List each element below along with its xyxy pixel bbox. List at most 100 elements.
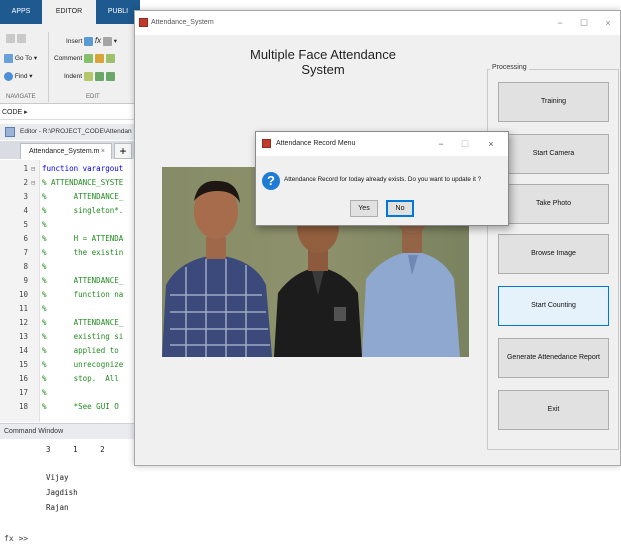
question-icon: ?: [262, 172, 280, 190]
no-button[interactable]: No: [386, 200, 414, 217]
code-text: % stop. All: [42, 374, 124, 383]
line-number: 13: [18, 332, 28, 341]
start-counting-button[interactable]: Start Counting: [498, 286, 609, 326]
line-number: 9: [23, 276, 28, 285]
insert-label: Insert: [66, 38, 83, 45]
goto-button[interactable]: Go To ▾: [4, 54, 37, 63]
dialog-close-button[interactable]: ×: [480, 132, 502, 156]
insert-icon: [84, 36, 94, 46]
code-text: %: [42, 262, 47, 271]
command-output-line: 3 1 2: [46, 445, 105, 454]
increase-indent-icon: [94, 72, 104, 81]
minimize-button[interactable]: −: [548, 11, 572, 35]
exit-button[interactable]: Exit: [498, 390, 609, 430]
code-text: %: [42, 304, 47, 313]
code-line: 16 % stop. All: [0, 373, 140, 386]
code-line: 10 % function na: [0, 289, 140, 302]
line-number: 10: [18, 290, 28, 299]
wrap-comment-icon: [105, 54, 115, 63]
fx-icon: fx: [94, 36, 102, 45]
code-text: function varargout: [42, 164, 124, 173]
code-line: 13 % existing si: [0, 331, 140, 344]
panel-title: Processing: [490, 64, 529, 71]
line-number: 6: [23, 234, 28, 243]
line-number: 4: [23, 206, 28, 215]
attendance-record-dialog: Attendance Record Menu − ☐ × ? Attendanc…: [255, 131, 509, 226]
tab-editor[interactable]: EDITOR: [42, 0, 96, 24]
line-number: 5: [23, 220, 28, 229]
dialog-minimize-button[interactable]: −: [430, 132, 452, 156]
find-button[interactable]: Find ▾: [4, 72, 33, 81]
comment-button[interactable]: Comment: [54, 54, 115, 63]
code-text: % ATTENDANCE_SYSTE: [42, 178, 124, 187]
window-title: Attendance_System: [151, 19, 214, 26]
line-number: 3: [23, 192, 28, 201]
editor-icon: [5, 127, 15, 137]
group-navigate: NAVIGATE: [6, 94, 36, 100]
take-photo-button[interactable]: Take Photo: [498, 184, 609, 224]
code-text: % unrecognize: [42, 360, 124, 369]
dialog-maximize-button[interactable]: ☐: [454, 132, 476, 156]
close-button[interactable]: ×: [596, 11, 620, 35]
group-edit: EDIT: [86, 94, 100, 100]
insert-button[interactable]: Insert fx ▾: [66, 36, 117, 46]
command-output-line: Jagdish: [46, 488, 78, 497]
code-line: 1 ⊟ function varargout: [0, 163, 140, 176]
fold-toggle-icon[interactable]: ⊟: [31, 177, 35, 190]
matlab-toolstrip-tabs: APPS EDITOR PUBLI: [0, 0, 140, 24]
command-prompt[interactable]: fx >>: [4, 534, 28, 543]
nav-arrows-icon[interactable]: [6, 34, 26, 43]
code-line: 14 % applied to: [0, 345, 140, 358]
ribbon-divider: [48, 32, 49, 102]
code-text: % function na: [42, 290, 124, 299]
code-text: %: [42, 220, 47, 229]
code-line: 11%: [0, 303, 140, 316]
screen: APPS EDITOR PUBLI Go To ▾ Find ▾ NAVIGAT…: [0, 0, 621, 544]
code-line: 3 % ATTENDANCE_: [0, 191, 140, 204]
code-text: % H = ATTENDA: [42, 234, 124, 243]
code-text: % the existin: [42, 248, 124, 257]
processing-panel: Processing Training Start Camera Take Ph…: [487, 64, 619, 450]
close-tab-icon[interactable]: ×: [101, 144, 105, 159]
code-text: % ATTENDANCE_: [42, 318, 124, 327]
indent-button[interactable]: Indent: [64, 72, 115, 81]
file-tab-attendance-system[interactable]: Attendance_System.m ×: [20, 143, 112, 159]
editor-title-bar: Editor - R:\PROJECT_CODE\Attendan: [0, 124, 140, 140]
uncomment-icon: [94, 54, 104, 63]
start-camera-button[interactable]: Start Camera: [498, 134, 609, 174]
window-title-bar: Attendance_System − ☐ ×: [135, 11, 620, 35]
indent-label: Indent: [64, 73, 83, 81]
code-text: % singleton*.: [42, 206, 124, 215]
code-line: 6 % H = ATTENDA: [0, 233, 140, 246]
code-line: 2 ⊟ % ATTENDANCE_SYSTE: [0, 177, 140, 190]
line-number: 2: [23, 178, 28, 187]
fold-toggle-icon[interactable]: ⊟: [31, 163, 35, 176]
code-text: % existing si: [42, 332, 124, 341]
line-number: 8: [23, 262, 28, 271]
decrease-indent-icon: [105, 72, 115, 81]
code-editor[interactable]: 1 ⊟ function varargout 2 ⊟ % ATTENDANCE_SYSTE…: [0, 160, 140, 422]
line-number: 16: [18, 374, 28, 383]
code-line: 17%: [0, 387, 140, 400]
tab-apps[interactable]: APPS: [0, 0, 42, 24]
line-number: 12: [18, 318, 28, 327]
browse-image-button[interactable]: Browse Image: [498, 234, 609, 274]
editor-file-tabs: Attendance_System.m × +: [0, 141, 140, 159]
line-number: 14: [18, 346, 28, 355]
magnifier-icon: [4, 72, 13, 81]
training-button[interactable]: Training: [498, 82, 609, 122]
yes-button[interactable]: Yes: [350, 200, 378, 217]
goto-label: Go To: [14, 55, 33, 63]
current-folder-bar[interactable]: CODE ▸: [0, 106, 140, 120]
code-line: 12 % ATTENDANCE_: [0, 317, 140, 330]
file-tab-label: Attendance_System.m: [29, 148, 100, 155]
goto-icon: [4, 54, 13, 63]
line-number: 18: [18, 402, 28, 411]
dialog-title-bar: Attendance Record Menu − ☐ ×: [256, 132, 508, 156]
maximize-button[interactable]: ☐: [572, 11, 596, 35]
dialog-body: ? Attendance Record for today already ex…: [256, 156, 508, 225]
new-tab-button[interactable]: +: [114, 143, 132, 159]
generate-report-button[interactable]: Generate Attenedance Report: [498, 338, 609, 378]
comment-label: Comment: [54, 55, 83, 63]
command-output-line: Rajan: [46, 503, 69, 512]
